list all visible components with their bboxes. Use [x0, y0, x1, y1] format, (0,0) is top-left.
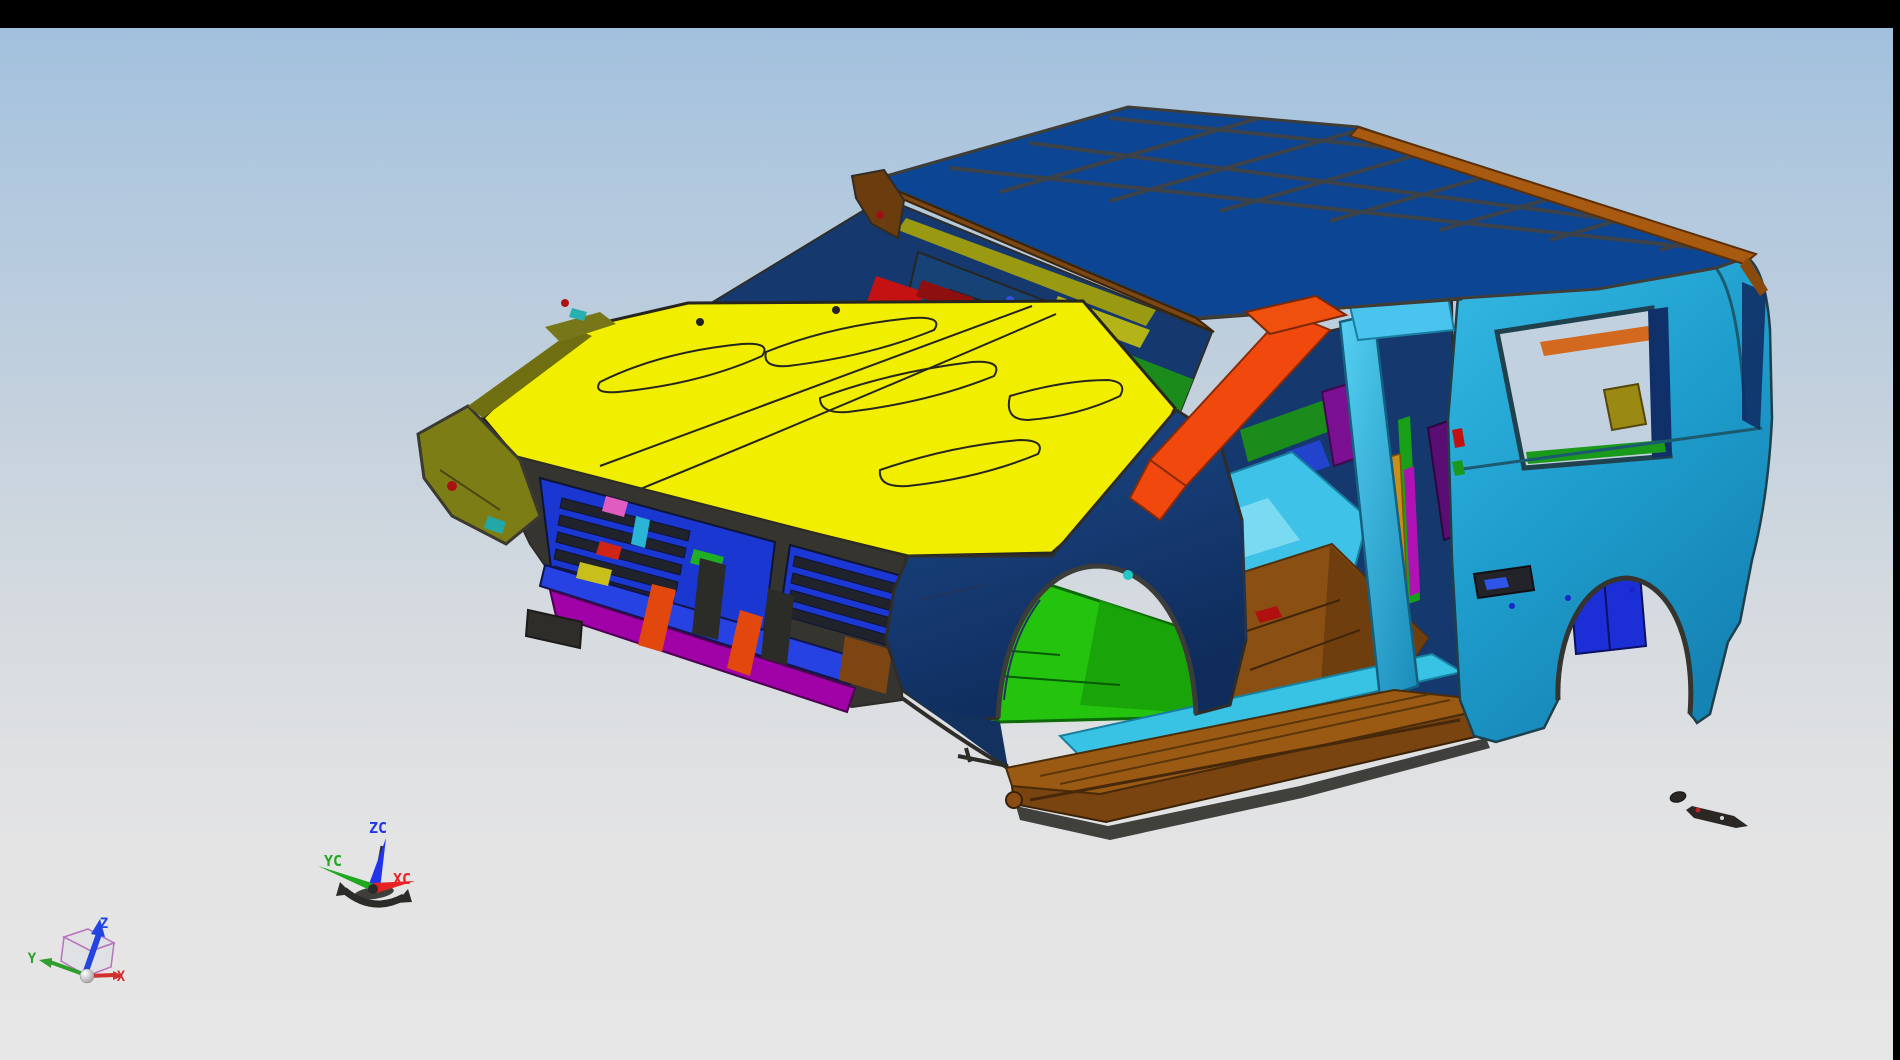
right-letterbox-bar — [1893, 0, 1900, 1060]
debris-white-dot — [1720, 816, 1724, 820]
csys-y-label: YC — [324, 852, 342, 870]
body-plug-dot — [1629, 587, 1635, 593]
rocker-end-cap — [1006, 792, 1022, 808]
wcs-y-arrowhead — [39, 958, 52, 968]
model-canvas[interactable]: ZC YC XC Z Y X — [0, 28, 1893, 1060]
body-side-rear[interactable] — [1448, 258, 1772, 742]
csys-rotate-arrowhead — [336, 882, 352, 896]
fender-cyan-dot — [1123, 570, 1133, 580]
body-plug-dot — [1565, 595, 1571, 601]
car-model[interactable] — [418, 107, 1870, 840]
csys-x-label: XC — [393, 870, 411, 888]
wcs-origin-sphere[interactable] — [80, 969, 94, 983]
window-navy-column — [1648, 307, 1672, 458]
hood-dot2 — [832, 306, 840, 314]
top-letterbox-bar — [0, 0, 1900, 28]
csys-triad[interactable]: ZC YC XC — [318, 819, 415, 904]
wcs-y-label: Y — [28, 951, 37, 967]
body-plug-dot — [1509, 603, 1515, 609]
csys-origin-handle[interactable] — [368, 884, 378, 894]
cad-viewport[interactable]: ZC YC XC Z Y X — [0, 28, 1893, 1060]
debris-parts[interactable] — [1669, 790, 1748, 828]
hood-dot — [696, 318, 704, 326]
tip-red-dot2 — [876, 211, 884, 219]
window-olive-plate — [1604, 384, 1646, 430]
csys-z-axis-cone[interactable] — [369, 838, 386, 889]
cowl-left-red-dot — [561, 299, 569, 307]
tip-red-dot — [447, 481, 457, 491]
cowl-left-teal — [569, 308, 587, 321]
cad-screen: { "scene": { "type": "cad-3d-viewport", … — [0, 0, 1900, 1060]
wcs-z-label: Z — [100, 916, 108, 932]
debris-dot — [1669, 790, 1687, 804]
debris-red-dot — [1696, 808, 1701, 813]
csys-z-label: ZC — [369, 819, 387, 837]
wcs-x-label: X — [117, 969, 126, 985]
debris-sliver — [1686, 806, 1748, 828]
wcs-triad[interactable]: Z Y X — [28, 916, 126, 985]
